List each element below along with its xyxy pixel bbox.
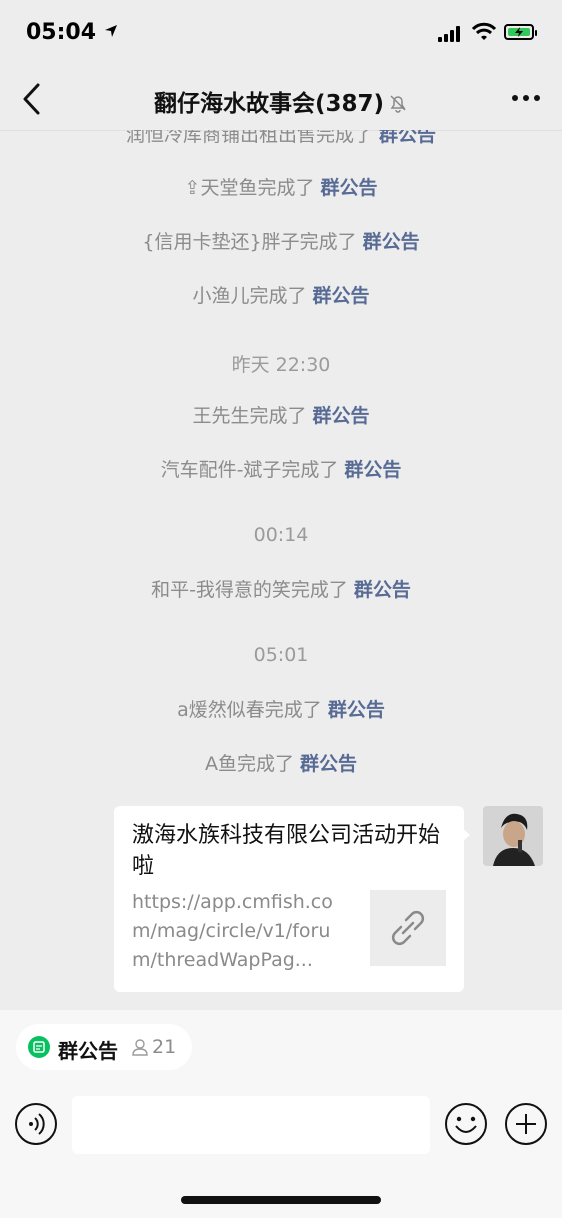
status-time: 05:04: [26, 20, 118, 45]
home-indicator: [181, 1196, 381, 1204]
chat-area[interactable]: 润恒冷库商铺出租出售完成了 群公告 ⇪天堂鱼完成了 群公告 {信用卡垫还}胖子完成了…: [0, 130, 562, 1010]
message-input[interactable]: [72, 1096, 430, 1154]
system-message: 润恒冷库商铺出租出售完成了 群公告: [0, 130, 562, 147]
plus-icon[interactable]: [504, 1102, 548, 1146]
nav-bar: 翻仔海水故事会(387): [0, 68, 562, 131]
system-message: 汽车配件-斌子完成了 群公告: [160, 459, 402, 481]
announcement-link[interactable]: 群公告: [344, 459, 401, 481]
announcement-link[interactable]: 群公告: [363, 231, 420, 253]
system-message: ⇪天堂鱼完成了 群公告: [184, 177, 378, 199]
system-message: {信用卡垫还}胖子完成了 群公告: [142, 231, 420, 253]
mute-bell-icon: [390, 95, 406, 113]
link-card-message[interactable]: 滶海水族科技有限公司活动开始啦 https://app.cmfish.com/m…: [114, 806, 464, 992]
announcement-label: 群公告: [58, 1039, 118, 1063]
announcement-link[interactable]: 群公告: [300, 753, 357, 775]
announcement-link[interactable]: 群公告: [313, 285, 370, 307]
wifi-icon: [472, 22, 496, 40]
announcement-pill[interactable]: 群公告 21: [16, 1024, 192, 1070]
user-photo: [483, 806, 543, 866]
status-indicators: [438, 22, 542, 46]
link-card-title: 滶海水族科技有限公司活动开始啦: [132, 823, 441, 879]
timestamp: 昨天 22:30: [231, 354, 331, 376]
bottom-panel: 群公告 21: [0, 1010, 562, 1218]
chat-title: 翻仔海水故事会(387): [0, 84, 562, 118]
link-card-url: https://app.cmfish.com/mag/circle/v1/for…: [132, 891, 333, 971]
system-message: a煖然似春完成了 群公告: [177, 699, 385, 721]
announcement-link[interactable]: 群公告: [320, 177, 377, 199]
group-name: 翻仔海水故事会(387): [153, 91, 385, 117]
status-bar: 05:04: [0, 0, 562, 68]
location-arrow-icon: [104, 25, 117, 37]
link-icon: [391, 910, 425, 946]
avatar[interactable]: [483, 806, 543, 866]
system-message: 小渔儿完成了 群公告: [192, 285, 370, 307]
system-message: 和平-我得意的笑完成了 群公告: [151, 579, 411, 601]
announcement-link[interactable]: 群公告: [354, 579, 411, 601]
timestamp: 05:01: [253, 644, 309, 666]
system-message: 王先生完成了 群公告: [192, 405, 370, 427]
voice-input-icon[interactable]: [14, 1102, 58, 1146]
announcement-link[interactable]: 群公告: [379, 130, 436, 146]
emoji-icon[interactable]: [444, 1102, 488, 1146]
person-icon: [132, 1039, 148, 1056]
cellular-signal-icon: [438, 26, 464, 42]
system-message: A鱼完成了 群公告: [204, 753, 357, 775]
battery-icon: [504, 24, 537, 40]
more-options-icon[interactable]: [510, 86, 542, 110]
announcement-link[interactable]: 群公告: [313, 405, 370, 427]
timestamp: 00:14: [253, 524, 309, 546]
read-count: 21: [152, 1036, 177, 1058]
bubble-tail: [462, 828, 470, 842]
announcement-link[interactable]: 群公告: [328, 699, 385, 721]
link-card-thumbnail: [370, 890, 446, 966]
announcement-icon: [28, 1036, 50, 1058]
